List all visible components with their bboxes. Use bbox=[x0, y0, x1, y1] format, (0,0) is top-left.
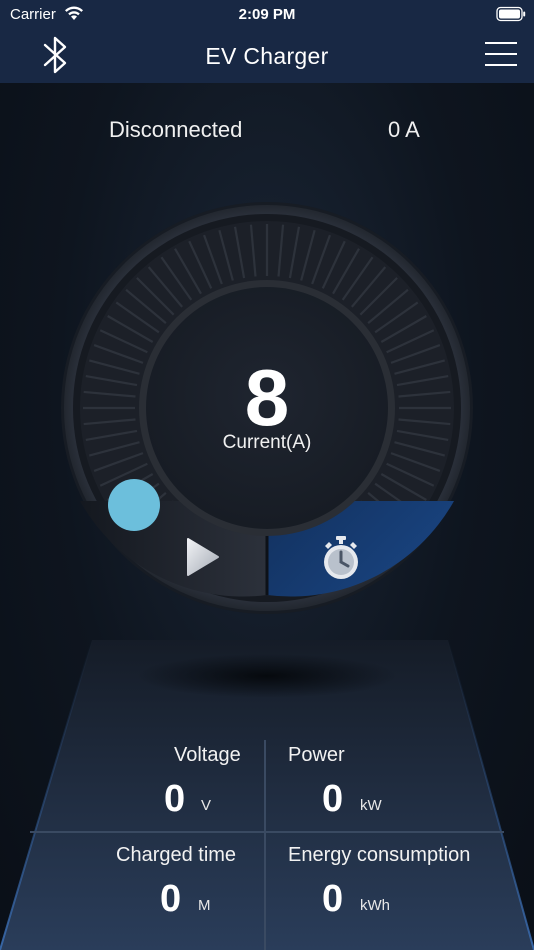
play-icon[interactable] bbox=[180, 532, 230, 582]
battery-icon bbox=[496, 6, 526, 22]
stats-panel bbox=[0, 640, 534, 950]
nav-bar: EV Charger bbox=[0, 30, 534, 83]
energy-label: Energy consumption bbox=[288, 844, 471, 866]
page-title: EV Charger bbox=[205, 43, 329, 69]
status-time: 2:09 PM bbox=[238, 6, 296, 23]
energy-value: 0 bbox=[322, 878, 344, 920]
power-unit: kW bbox=[360, 797, 382, 814]
charged-time-label: Charged time bbox=[116, 844, 237, 866]
voltage-unit: V bbox=[201, 797, 212, 814]
status-bar: Carrier 2:09 PM bbox=[0, 0, 534, 30]
voltage-value: 0 bbox=[164, 778, 186, 820]
charged-time-value: 0 bbox=[160, 878, 182, 920]
current-readout: 0 A bbox=[388, 117, 420, 142]
charged-time-unit: M bbox=[198, 897, 211, 914]
connection-status: Disconnected bbox=[109, 117, 243, 142]
slider-knob[interactable] bbox=[108, 479, 160, 531]
menu-icon[interactable] bbox=[485, 41, 517, 67]
energy-unit: kWh bbox=[360, 897, 390, 914]
voltage-label: Voltage bbox=[174, 744, 241, 766]
power-value: 0 bbox=[322, 778, 344, 820]
current-value: 8 bbox=[244, 353, 290, 442]
current-label: Current(A) bbox=[222, 432, 312, 453]
timer-icon[interactable] bbox=[316, 534, 366, 584]
power-label: Power bbox=[288, 744, 345, 766]
